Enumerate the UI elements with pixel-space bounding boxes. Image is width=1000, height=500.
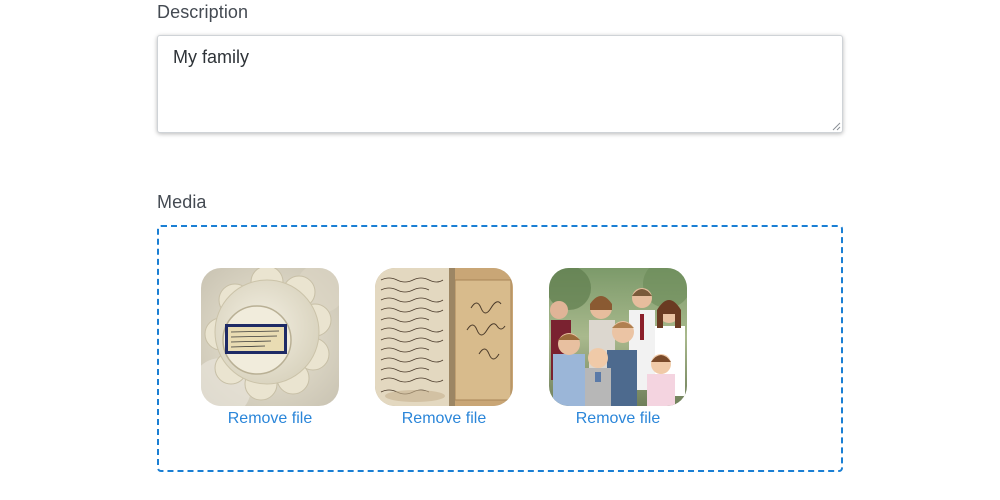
media-dropzone[interactable]: Remove file Remove file Remove file: [157, 225, 843, 472]
remove-file-link[interactable]: Remove file: [375, 410, 513, 428]
description-label: Description: [157, 2, 249, 22]
remove-file-link[interactable]: Remove file: [549, 410, 687, 428]
media-label: Media: [157, 192, 207, 212]
resize-grip-icon[interactable]: [831, 121, 841, 131]
file-preview: Remove file: [549, 268, 687, 428]
file-thumbnail-family-photo: [549, 268, 687, 406]
file-preview: Remove file: [201, 268, 339, 428]
file-thumbnail-handwritten-book: [375, 268, 513, 406]
file-preview: Remove file: [375, 268, 513, 428]
description-textarea[interactable]: My family: [157, 35, 843, 133]
description-value: My family: [173, 47, 249, 67]
remove-file-link[interactable]: Remove file: [201, 410, 339, 428]
file-thumbnail-porcelain-dish: [201, 268, 339, 406]
